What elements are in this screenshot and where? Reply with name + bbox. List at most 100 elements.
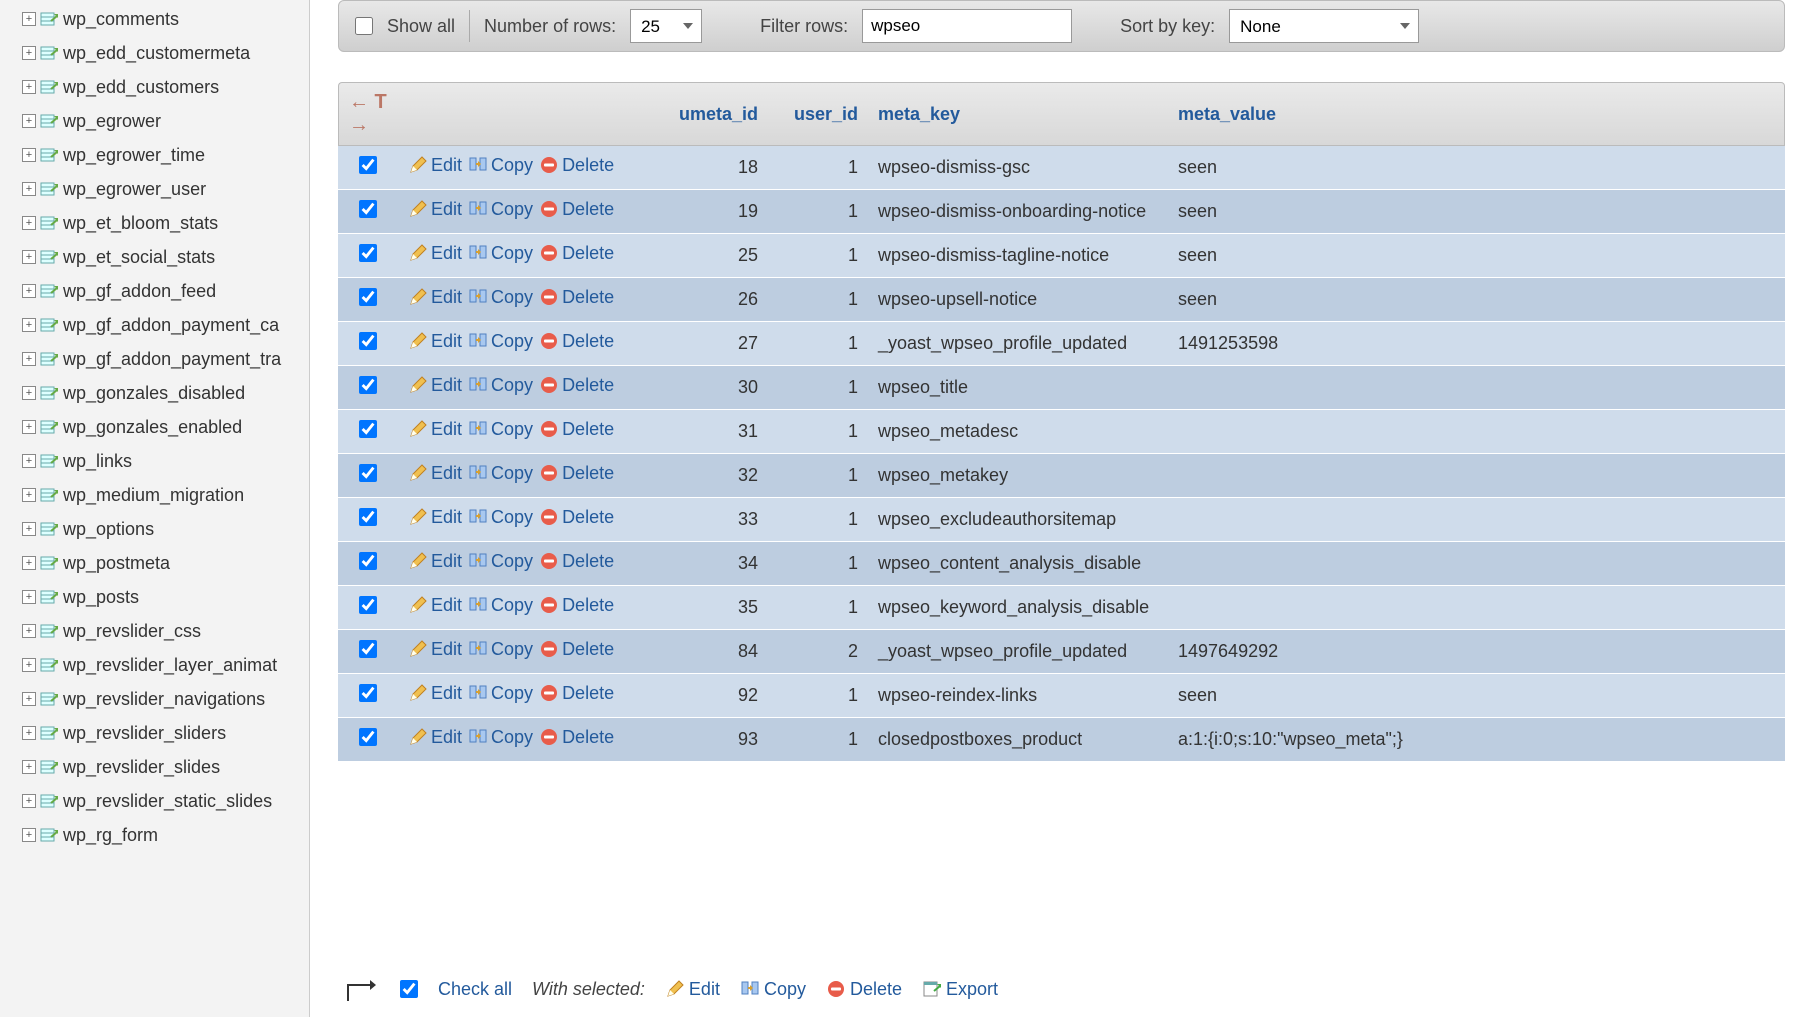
row-checkbox[interactable] [359, 596, 377, 614]
expand-icon[interactable]: + [22, 352, 36, 366]
row-delete-button[interactable]: Delete [539, 375, 614, 396]
expand-icon[interactable]: + [22, 760, 36, 774]
row-checkbox[interactable] [359, 508, 377, 526]
expand-icon[interactable]: + [22, 522, 36, 536]
row-delete-button[interactable]: Delete [539, 727, 614, 748]
row-checkbox[interactable] [359, 332, 377, 350]
row-checkbox[interactable] [359, 684, 377, 702]
row-delete-button[interactable]: Delete [539, 463, 614, 484]
sidebar-table-item[interactable]: +wp_edd_customermeta [0, 36, 309, 70]
expand-icon[interactable]: + [22, 182, 36, 196]
row-copy-button[interactable]: Copy [468, 595, 533, 616]
row-copy-button[interactable]: Copy [468, 639, 533, 660]
row-copy-button[interactable]: Copy [468, 287, 533, 308]
row-copy-button[interactable]: Copy [468, 507, 533, 528]
row-copy-button[interactable]: Copy [468, 419, 533, 440]
sidebar-table-item[interactable]: +wp_revslider_sliders [0, 716, 309, 750]
filter-rows-input[interactable] [862, 9, 1072, 43]
sidebar-table-item[interactable]: +wp_gonzales_disabled [0, 376, 309, 410]
row-copy-button[interactable]: Copy [468, 683, 533, 704]
row-edit-button[interactable]: Edit [408, 375, 462, 396]
row-checkbox[interactable] [359, 464, 377, 482]
sort-by-key-select[interactable]: None [1229, 9, 1419, 43]
sidebar-table-item[interactable]: +wp_et_social_stats [0, 240, 309, 274]
row-edit-button[interactable]: Edit [408, 419, 462, 440]
expand-icon[interactable]: + [22, 250, 36, 264]
sidebar-table-item[interactable]: +wp_revslider_navigations [0, 682, 309, 716]
row-delete-button[interactable]: Delete [539, 595, 614, 616]
expand-icon[interactable]: + [22, 794, 36, 808]
row-delete-button[interactable]: Delete [539, 419, 614, 440]
row-checkbox[interactable] [359, 640, 377, 658]
num-rows-select[interactable]: 25 [630, 9, 702, 43]
column-meta-key[interactable]: meta_key [868, 82, 1168, 146]
expand-icon[interactable]: + [22, 386, 36, 400]
row-delete-button[interactable]: Delete [539, 199, 614, 220]
row-copy-button[interactable]: Copy [468, 331, 533, 352]
row-edit-button[interactable]: Edit [408, 727, 462, 748]
expand-icon[interactable]: + [22, 726, 36, 740]
sidebar-table-item[interactable]: +wp_posts [0, 580, 309, 614]
row-checkbox[interactable] [359, 728, 377, 746]
row-edit-button[interactable]: Edit [408, 551, 462, 572]
row-checkbox[interactable] [359, 376, 377, 394]
sidebar-table-item[interactable]: +wp_egrower_user [0, 172, 309, 206]
row-delete-button[interactable]: Delete [539, 507, 614, 528]
sort-arrows-icon[interactable]: ← T → [349, 91, 388, 137]
row-delete-button[interactable]: Delete [539, 331, 614, 352]
bulk-copy-button[interactable]: Copy [740, 979, 806, 1000]
row-edit-button[interactable]: Edit [408, 199, 462, 220]
sidebar-table-item[interactable]: +wp_revslider_css [0, 614, 309, 648]
expand-icon[interactable]: + [22, 658, 36, 672]
expand-icon[interactable]: + [22, 454, 36, 468]
row-copy-button[interactable]: Copy [468, 463, 533, 484]
expand-icon[interactable]: + [22, 318, 36, 332]
sidebar-table-item[interactable]: +wp_edd_customers [0, 70, 309, 104]
sidebar-table-item[interactable]: +wp_gf_addon_payment_tra [0, 342, 309, 376]
column-umeta-id[interactable]: umeta_id [658, 82, 768, 146]
row-edit-button[interactable]: Edit [408, 243, 462, 264]
row-copy-button[interactable]: Copy [468, 199, 533, 220]
sidebar-table-item[interactable]: +wp_et_bloom_stats [0, 206, 309, 240]
sidebar-table-item[interactable]: +wp_revslider_slides [0, 750, 309, 784]
row-edit-button[interactable]: Edit [408, 331, 462, 352]
row-delete-button[interactable]: Delete [539, 639, 614, 660]
row-edit-button[interactable]: Edit [408, 463, 462, 484]
row-edit-button[interactable]: Edit [408, 507, 462, 528]
row-copy-button[interactable]: Copy [468, 727, 533, 748]
expand-icon[interactable]: + [22, 692, 36, 706]
sidebar-table-item[interactable]: +wp_egrower_time [0, 138, 309, 172]
sidebar-table-item[interactable]: +wp_gf_addon_feed [0, 274, 309, 308]
sidebar-table-item[interactable]: +wp_revslider_static_slides [0, 784, 309, 818]
bulk-edit-button[interactable]: Edit [665, 979, 720, 1000]
row-edit-button[interactable]: Edit [408, 595, 462, 616]
sidebar-table-item[interactable]: +wp_gonzales_enabled [0, 410, 309, 444]
row-edit-button[interactable]: Edit [408, 155, 462, 176]
sidebar-table-item[interactable]: +wp_egrower [0, 104, 309, 138]
sidebar-table-item[interactable]: +wp_medium_migration [0, 478, 309, 512]
expand-icon[interactable]: + [22, 590, 36, 604]
row-checkbox[interactable] [359, 156, 377, 174]
row-edit-button[interactable]: Edit [408, 287, 462, 308]
sidebar-table-item[interactable]: +wp_revslider_layer_animat [0, 648, 309, 682]
row-copy-button[interactable]: Copy [468, 155, 533, 176]
expand-icon[interactable]: + [22, 420, 36, 434]
sidebar-table-item[interactable]: +wp_gf_addon_payment_ca [0, 308, 309, 342]
show-all-checkbox[interactable] [355, 17, 373, 35]
row-checkbox[interactable] [359, 200, 377, 218]
row-delete-button[interactable]: Delete [539, 155, 614, 176]
expand-icon[interactable]: + [22, 556, 36, 570]
row-checkbox[interactable] [359, 288, 377, 306]
expand-icon[interactable]: + [22, 488, 36, 502]
row-copy-button[interactable]: Copy [468, 375, 533, 396]
expand-icon[interactable]: + [22, 148, 36, 162]
sidebar-table-item[interactable]: +wp_comments [0, 2, 309, 36]
sidebar-table-item[interactable]: +wp_postmeta [0, 546, 309, 580]
expand-icon[interactable]: + [22, 80, 36, 94]
row-copy-button[interactable]: Copy [468, 551, 533, 572]
expand-icon[interactable]: + [22, 284, 36, 298]
expand-icon[interactable]: + [22, 216, 36, 230]
row-delete-button[interactable]: Delete [539, 243, 614, 264]
column-meta-value[interactable]: meta_value [1168, 82, 1785, 146]
column-user-id[interactable]: user_id [768, 82, 868, 146]
